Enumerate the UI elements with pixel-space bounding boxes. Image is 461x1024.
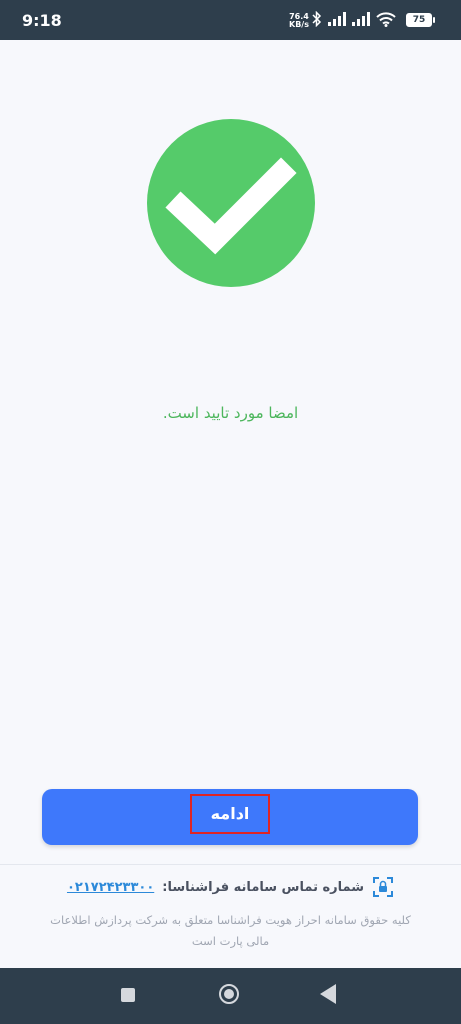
contact-label: شماره تماس سامانه فراشناسا:	[162, 879, 365, 895]
status-time: 9:18	[22, 11, 62, 30]
status-bar: 9:18 76.4 KB/s 75	[0, 0, 461, 40]
network-speed-unit: KB/s	[289, 20, 309, 29]
navigation-bar	[0, 968, 461, 1024]
id-verification-icon	[373, 877, 394, 897]
wifi-icon	[376, 11, 396, 27]
back-icon[interactable]	[320, 984, 336, 1004]
contact-phone-link[interactable]: ۰۲۱۷۲۴۲۳۳۰۰	[67, 880, 154, 895]
success-check-icon	[147, 119, 315, 287]
recent-apps-icon[interactable]	[121, 988, 135, 1002]
continue-button[interactable]: ادامه	[42, 789, 418, 845]
signature-verified-message: امضا مورد تایید است.	[162, 404, 299, 422]
continue-button-label: ادامه	[190, 794, 270, 834]
signal-icon-2	[352, 12, 370, 26]
footer-divider	[0, 864, 461, 865]
copyright-text: کلیه حقوق سامانه احراز هویت فراشناسا متع…	[50, 913, 411, 948]
signal-icon	[328, 12, 346, 26]
status-icons	[312, 11, 396, 27]
bluetooth-icon	[312, 11, 322, 27]
battery-icon: 75	[406, 13, 435, 27]
home-icon[interactable]	[219, 984, 239, 1004]
contact-row: شماره تماس سامانه فراشناسا: ۰۲۱۷۲۴۲۳۳۰۰	[0, 876, 461, 898]
network-speed: 76.4 KB/s	[289, 13, 309, 29]
